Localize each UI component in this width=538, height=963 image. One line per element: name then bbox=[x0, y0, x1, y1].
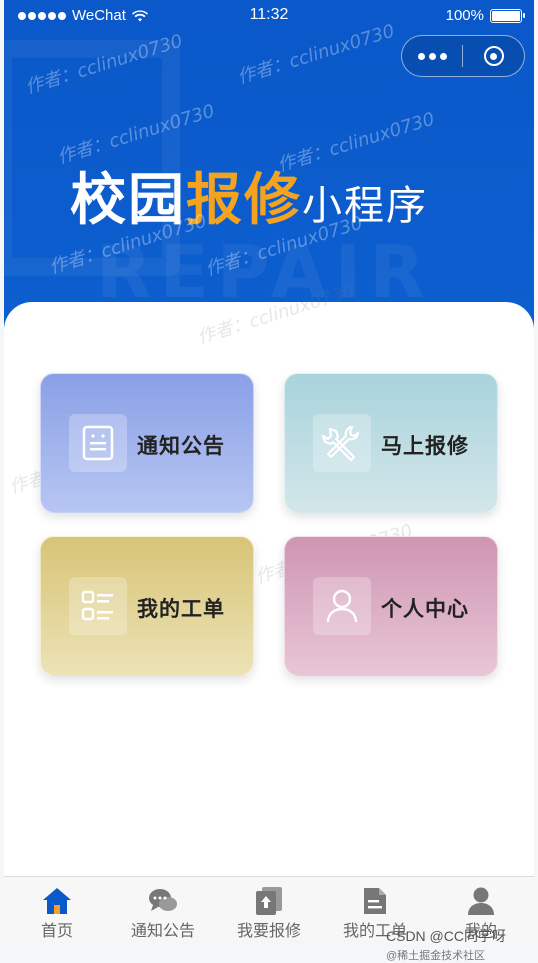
tab-report[interactable]: 我要报修 bbox=[216, 877, 322, 940]
hero-banner: REPAIR WeChat 11:32 100% 校园报修小程序 作者：ccli… bbox=[4, 0, 534, 345]
notice-board-icon bbox=[69, 414, 127, 472]
card-notice-label: 通知公告 bbox=[137, 434, 225, 458]
miniprogram-capsule bbox=[401, 35, 525, 77]
title-part-miniprogram: 小程序 bbox=[302, 183, 428, 229]
tools-icon bbox=[313, 414, 371, 472]
chat-bubbles-icon bbox=[148, 885, 178, 916]
more-dots-icon[interactable] bbox=[402, 52, 462, 60]
card-workorders[interactable]: 我的工单 bbox=[40, 536, 254, 676]
card-repair-label: 马上报修 bbox=[381, 434, 469, 458]
tab-home-label: 首页 bbox=[40, 921, 73, 940]
user-icon bbox=[313, 577, 371, 635]
home-icon bbox=[41, 885, 73, 916]
juejin-credit-text: @稀土掘金技术社区 bbox=[386, 950, 486, 962]
card-profile-label: 个人中心 bbox=[381, 597, 469, 621]
battery-icon bbox=[490, 8, 525, 23]
csdn-credit: CSDN @CC同学呀 @稀土掘金技术社区 bbox=[386, 926, 506, 963]
tab-notice-label: 通知公告 bbox=[130, 921, 195, 940]
csdn-credit-text: CSDN @CC同学呀 bbox=[386, 928, 506, 944]
title-part-campus: 校园 bbox=[70, 168, 186, 233]
person-icon bbox=[467, 885, 495, 916]
battery-percent: 100% bbox=[445, 7, 484, 24]
record-circle-icon bbox=[483, 46, 504, 66]
card-notice[interactable]: 通知公告 bbox=[40, 373, 254, 513]
phone-screen: REPAIR WeChat 11:32 100% 校园报修小程序 作者：ccli… bbox=[4, 0, 534, 940]
card-profile[interactable]: 个人中心 bbox=[284, 536, 498, 676]
title-part-repair: 报修 bbox=[186, 168, 302, 233]
card-workorders-label: 我的工单 bbox=[137, 597, 225, 621]
upload-doc-icon bbox=[254, 885, 284, 916]
list-icon bbox=[69, 577, 127, 635]
tab-notice[interactable]: 通知公告 bbox=[110, 877, 216, 940]
tab-report-label: 我要报修 bbox=[236, 921, 301, 940]
page-title: 校园报修小程序 bbox=[70, 155, 428, 236]
tab-home[interactable]: 首页 bbox=[4, 877, 110, 940]
card-repair[interactable]: 马上报修 bbox=[284, 373, 498, 513]
document-icon bbox=[362, 885, 388, 916]
close-button[interactable] bbox=[463, 46, 524, 66]
status-bar: WeChat 11:32 100% bbox=[4, 0, 534, 34]
